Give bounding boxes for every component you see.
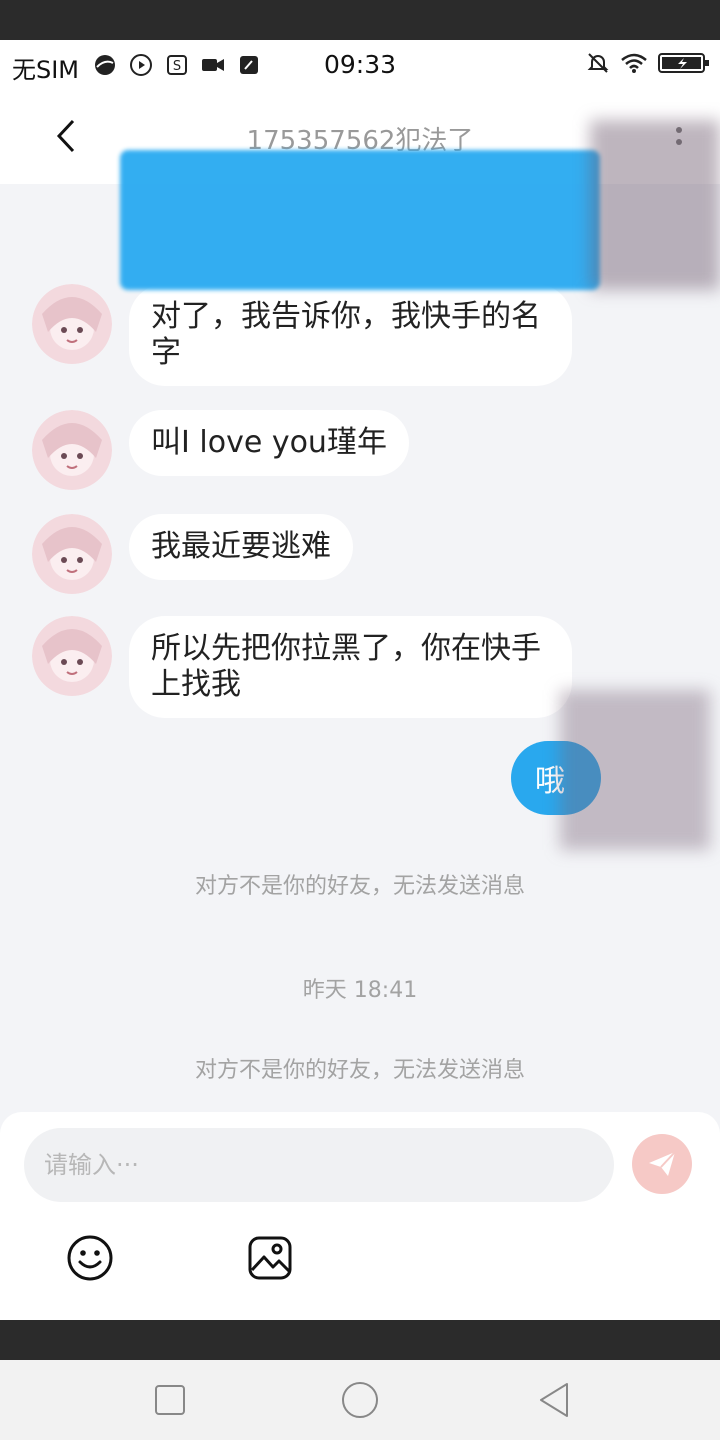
send-button[interactable] <box>632 1134 692 1194</box>
square-icon <box>155 1385 185 1415</box>
avatar[interactable] <box>32 284 112 364</box>
not-friend-notice: 对方不是你的好友，无法发送消息 <box>194 874 525 899</box>
system-status-icons <box>586 51 710 79</box>
battery-icon <box>658 51 710 79</box>
message-bubble[interactable]: 我最近要逃难 <box>129 514 353 580</box>
emoji-button[interactable] <box>66 1234 114 1282</box>
redaction-scribble <box>590 120 720 290</box>
status-bar: 无SIM S 09:33 <box>0 40 720 92</box>
bottom-system-strip <box>0 1320 720 1360</box>
send-icon <box>649 1151 676 1176</box>
received-message: 对了，我告诉你，我快手的名字 <box>32 284 572 386</box>
top-system-strip <box>0 0 720 40</box>
home-button[interactable] <box>340 1380 380 1420</box>
back-nav-button[interactable] <box>534 1380 574 1420</box>
message-input[interactable] <box>24 1128 614 1202</box>
triangle-back-icon <box>540 1383 568 1417</box>
avatar[interactable] <box>32 616 112 696</box>
recent-apps-button[interactable] <box>150 1380 190 1420</box>
message-bubble[interactable]: 对了，我告诉你，我快手的名字 <box>129 284 572 386</box>
message-bubble[interactable]: 所以先把你拉黑了，你在快手上找我 <box>129 616 572 718</box>
redaction-scribble <box>120 150 600 290</box>
received-message: 我最近要逃难 <box>32 514 353 594</box>
circle-icon <box>342 1382 378 1418</box>
received-message: 叫I love you瑾年 <box>32 410 409 490</box>
not-friend-notice: 对方不是你的好友，无法发送消息 <box>194 1058 525 1083</box>
avatar[interactable] <box>32 410 112 490</box>
image-button[interactable] <box>246 1234 294 1282</box>
mute-icon <box>586 51 610 79</box>
wifi-icon <box>620 52 648 78</box>
input-panel <box>0 1112 720 1320</box>
message-list[interactable]: 对了，我告诉你，我快手的名字 叫I love you瑾年 我最近要逃难 所以先把… <box>0 184 720 1112</box>
navigation-bar <box>0 1360 720 1440</box>
image-icon <box>248 1236 292 1280</box>
avatar[interactable] <box>32 514 112 594</box>
redaction-scribble <box>560 690 710 850</box>
message-bubble[interactable]: 叫I love you瑾年 <box>129 410 409 476</box>
message-timestamp: 昨天 18:41 <box>302 978 418 1003</box>
received-message: 所以先把你拉黑了，你在快手上找我 <box>32 616 572 718</box>
emoji-icon <box>67 1235 113 1281</box>
